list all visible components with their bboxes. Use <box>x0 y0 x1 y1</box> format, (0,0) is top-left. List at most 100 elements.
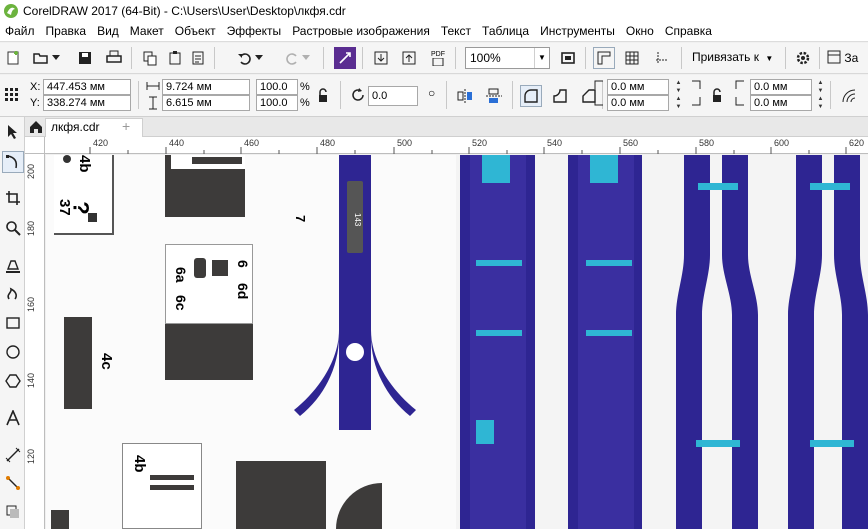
menu-effects[interactable]: Эффекты <box>222 24 288 38</box>
toolbar-separator <box>323 47 324 69</box>
menu-help[interactable]: Справка <box>660 24 718 38</box>
polygon-tool[interactable] <box>2 370 24 392</box>
undo-dropdown[interactable] <box>253 47 265 69</box>
home-icon[interactable] <box>29 120 43 134</box>
menu-text[interactable]: Текст <box>436 24 477 38</box>
save-button[interactable] <box>74 47 96 69</box>
zoom-tool[interactable] <box>2 217 24 239</box>
paste-button[interactable] <box>164 47 186 69</box>
artistic-media-tool[interactable] <box>2 282 24 304</box>
corner-radius-tl-field[interactable]: 0.0 мм <box>607 79 669 95</box>
crop-icon <box>6 191 20 205</box>
rectangle-tool[interactable] <box>2 312 24 334</box>
menu-file[interactable]: Файл <box>0 24 41 38</box>
show-grid-button[interactable] <box>621 47 643 69</box>
corner-radius-br-field[interactable]: 0.0 мм <box>750 95 812 111</box>
corner-bl-icon <box>594 97 603 106</box>
menu-view[interactable]: Вид <box>92 24 125 38</box>
menu-window[interactable]: Окно <box>621 24 660 38</box>
parallel-dimension-tool[interactable] <box>2 444 24 466</box>
export-button[interactable] <box>398 47 420 69</box>
menu-object[interactable]: Объект <box>170 24 222 38</box>
connector-tool[interactable] <box>2 472 24 494</box>
rotation-angle-field[interactable]: 0.0 <box>368 86 418 106</box>
drawing-canvas[interactable]: 4b ? 37 6a 6c 6 6d 4c 7 4b 143 <box>46 155 868 529</box>
text-tool[interactable] <box>2 407 24 429</box>
y-position-label: Y: <box>30 97 40 109</box>
object-origin-icon[interactable] <box>4 87 20 103</box>
crop-tool[interactable] <box>2 187 24 209</box>
print-button[interactable] <box>103 47 125 69</box>
part-label: 4b <box>131 455 148 473</box>
menu-table[interactable]: Таблица <box>477 24 535 38</box>
corner-radius-bl-field[interactable]: 0.0 мм <box>607 95 669 111</box>
search-content-button[interactable] <box>334 47 356 69</box>
toolbar-separator <box>785 47 786 69</box>
freehand-pen-icon <box>6 260 20 273</box>
horizontal-ruler[interactable]: 420 440 460 480 500 520 540 560 580 600 … <box>45 137 868 154</box>
mirror-vertical-button[interactable] <box>483 85 505 107</box>
scale-x-field[interactable]: 100.0 <box>256 79 298 95</box>
launch-button[interactable]: За <box>827 50 858 65</box>
chevron-down-icon: ▼ <box>765 54 774 63</box>
zoom-level-combo[interactable]: 100% ▼ <box>465 47 550 69</box>
mirror-horizontal-button[interactable] <box>454 85 476 107</box>
relative-corner-scaling-button[interactable] <box>838 85 860 107</box>
freehand-tool[interactable] <box>2 254 24 276</box>
snap-to-dropdown[interactable]: Привязать к ▼ <box>692 50 773 64</box>
show-guidelines-button[interactable] <box>651 47 673 69</box>
vertical-ruler[interactable]: 200 180 160 140 120 <box>25 137 45 529</box>
redo-dropdown[interactable] <box>300 47 312 69</box>
toolbar-separator <box>512 81 513 109</box>
x-position-field[interactable]: 447.453 мм <box>43 79 131 95</box>
menu-layout[interactable]: Макет <box>125 24 170 38</box>
copy-button[interactable] <box>139 47 161 69</box>
spin-up-down-icon[interactable]: ▲ ▼ <box>816 79 825 95</box>
width-field[interactable]: 9.724 мм <box>162 79 250 95</box>
scalloped-corner-button[interactable] <box>549 85 571 107</box>
corner-scaling-icon <box>842 89 856 103</box>
drop-shadow-tool[interactable] <box>2 501 24 523</box>
grid-icon <box>625 51 639 65</box>
ellipse-icon <box>6 345 20 359</box>
lock-ratio-icon[interactable] <box>317 88 329 104</box>
new-document-button[interactable] <box>2 47 24 69</box>
publish-pdf-button[interactable]: PDF <box>427 47 449 69</box>
fork-part <box>294 155 416 430</box>
show-rulers-button[interactable] <box>593 47 615 69</box>
part-label: 143 <box>353 213 362 227</box>
height-icon <box>149 96 157 110</box>
ellipse-tool[interactable] <box>2 341 24 363</box>
height-field[interactable]: 6.615 мм <box>162 95 250 111</box>
spin-up-down-icon[interactable]: ▲ ▼ <box>674 79 683 95</box>
chip-shape <box>212 260 228 276</box>
shape-tool[interactable] <box>2 151 24 173</box>
ruler-origin[interactable] <box>25 137 45 154</box>
connector-shape <box>194 258 206 278</box>
round-corner-button[interactable] <box>520 85 542 107</box>
open-button[interactable] <box>30 47 52 69</box>
menu-bitmaps[interactable]: Растровые изображения <box>287 24 436 38</box>
toolbar-separator <box>681 47 682 69</box>
scale-y-field[interactable]: 100.0 <box>256 95 298 111</box>
spin-up-down-icon[interactable]: ▲ ▼ <box>816 95 825 111</box>
add-tab-icon[interactable]: + <box>122 118 130 134</box>
cyan-mark <box>586 260 632 266</box>
blue-strip-inner <box>578 155 634 529</box>
clipboard-button[interactable] <box>187 47 209 69</box>
pick-tool[interactable] <box>2 121 24 143</box>
menu-tools[interactable]: Инструменты <box>535 24 621 38</box>
corner-radius-tr-field[interactable]: 0.0 мм <box>750 79 812 95</box>
lock-corners-icon[interactable] <box>711 88 723 104</box>
y-position-field[interactable]: 338.274 мм <box>43 95 131 111</box>
open-dropdown[interactable] <box>50 47 62 69</box>
options-button[interactable] <box>792 47 814 69</box>
part-label: 4b <box>76 155 93 173</box>
menu-edit[interactable]: Правка <box>41 24 93 38</box>
spin-up-down-icon[interactable]: ▲ ▼ <box>674 95 683 111</box>
coreldraw-logo-icon <box>4 3 18 18</box>
full-screen-button[interactable] <box>557 47 579 69</box>
dark-panel <box>165 324 253 380</box>
chevron-down-icon[interactable]: ▼ <box>534 48 549 68</box>
import-button[interactable] <box>370 47 392 69</box>
